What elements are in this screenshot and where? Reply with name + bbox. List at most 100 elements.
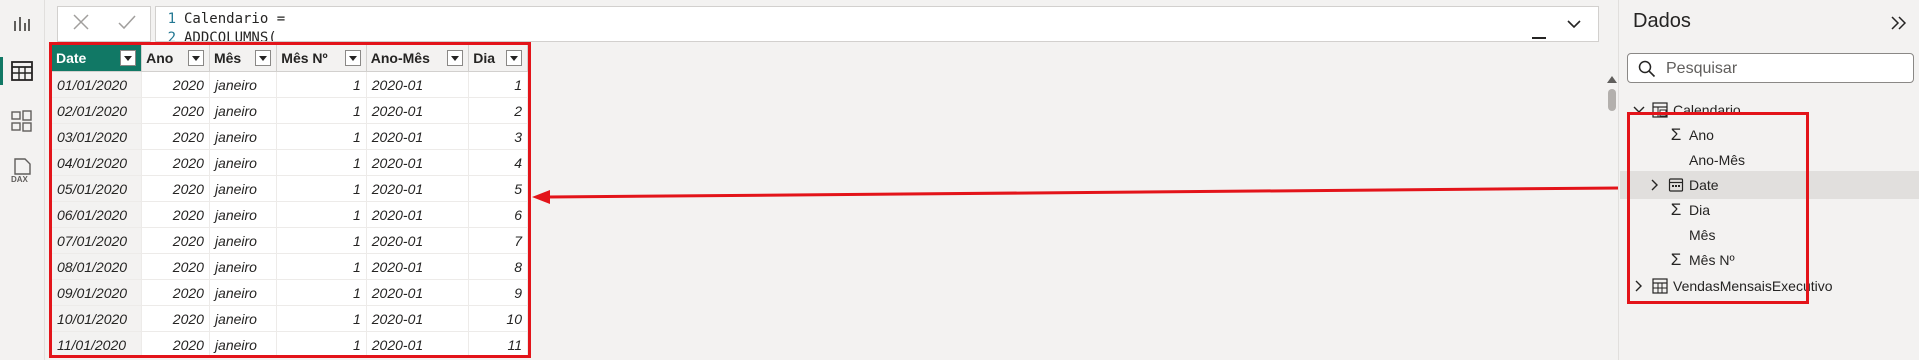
table-cell[interactable]: 2020-01 — [366, 201, 470, 228]
table-cell[interactable]: 1 — [276, 175, 367, 202]
table-cell[interactable]: 9 — [468, 279, 528, 306]
table-cell[interactable]: janeiro — [209, 227, 278, 254]
table-cell[interactable]: 2020-01 — [366, 149, 470, 176]
column-header-5[interactable]: Dia — [468, 45, 528, 72]
table-cell[interactable]: 03/01/2020 — [52, 123, 143, 150]
table-cell[interactable]: 08/01/2020 — [52, 253, 143, 280]
filter-dropdown-icon[interactable] — [120, 50, 137, 66]
filter-dropdown-icon[interactable] — [447, 50, 464, 66]
scroll-thumb[interactable] — [1608, 89, 1616, 111]
table-cell[interactable]: 2020 — [141, 149, 210, 176]
column-header-0[interactable]: Date — [52, 45, 143, 72]
table-cell[interactable]: 2020 — [141, 97, 210, 124]
table-cell[interactable]: 2020 — [141, 331, 210, 355]
table-cell[interactable]: 1 — [276, 71, 367, 98]
table-cell[interactable]: janeiro — [209, 279, 278, 306]
tree-item-ano[interactable]: Σ Ano — [1620, 121, 1919, 149]
tree-item-calendario[interactable]: Calendario — [1620, 96, 1919, 124]
chevron-right-icon[interactable] — [1632, 279, 1646, 293]
table-cell[interactable]: 1 — [276, 201, 367, 228]
table-cell[interactable]: 1 — [276, 305, 367, 332]
table-cell[interactable]: 2020-01 — [366, 227, 470, 254]
table-cell[interactable]: 06/01/2020 — [52, 201, 143, 228]
filter-dropdown-icon[interactable] — [344, 50, 361, 66]
table-cell[interactable]: 2020-01 — [366, 123, 470, 150]
filter-dropdown-icon[interactable] — [506, 50, 522, 66]
table-cell[interactable]: 1 — [276, 253, 367, 280]
table-cell[interactable]: 5 — [468, 175, 528, 202]
tree-item-m-s-n[interactable]: Σ Mês Nº — [1620, 246, 1919, 274]
table-cell[interactable]: 07/01/2020 — [52, 227, 143, 254]
table-cell[interactable]: 2020 — [141, 71, 210, 98]
table-cell[interactable]: 2020 — [141, 305, 210, 332]
table-cell[interactable]: 8 — [468, 253, 528, 280]
table-cell[interactable]: janeiro — [209, 305, 278, 332]
table-cell[interactable]: 6 — [468, 201, 528, 228]
table-cell[interactable]: janeiro — [209, 253, 278, 280]
table-cell[interactable]: 1 — [276, 279, 367, 306]
column-header-1[interactable]: Ano — [141, 45, 210, 72]
table-cell[interactable]: 1 — [276, 227, 367, 254]
table-cell[interactable]: 2020-01 — [366, 279, 470, 306]
cancel-formula-icon[interactable] — [72, 13, 90, 36]
table-cell[interactable]: 2020-01 — [366, 97, 470, 124]
table-cell[interactable]: 04/01/2020 — [52, 149, 143, 176]
tree-item-ano-m-s[interactable]: Ano-Mês — [1620, 146, 1919, 174]
table-cell[interactable]: 2020 — [141, 279, 210, 306]
formula-editor[interactable]: 1 Calendario = 2 ADDCOLUMNS( — [155, 6, 1599, 42]
dax-query-view-icon[interactable]: DAX — [0, 153, 44, 189]
tree-item-date[interactable]: Date — [1620, 171, 1919, 199]
filter-dropdown-icon[interactable] — [187, 50, 204, 66]
table-cell[interactable]: 2020 — [141, 253, 210, 280]
table-cell[interactable]: 1 — [276, 123, 367, 150]
scroll-up-icon[interactable] — [1607, 76, 1617, 83]
tree-item-dia[interactable]: Σ Dia — [1620, 196, 1919, 224]
chevron-right-icon[interactable] — [1648, 178, 1662, 192]
table-cell[interactable]: 3 — [468, 123, 528, 150]
commit-formula-icon[interactable] — [117, 13, 137, 36]
table-cell[interactable]: 2020-01 — [366, 253, 470, 280]
table-cell[interactable]: 11/01/2020 — [52, 331, 143, 355]
filter-dropdown-icon[interactable] — [255, 50, 272, 66]
table-cell[interactable]: 02/01/2020 — [52, 97, 143, 124]
table-cell[interactable]: janeiro — [209, 97, 278, 124]
table-cell[interactable]: 1 — [276, 149, 367, 176]
column-header-2[interactable]: Mês — [209, 45, 278, 72]
table-cell[interactable]: janeiro — [209, 71, 278, 98]
table-cell[interactable]: 7 — [468, 227, 528, 254]
table-cell[interactable]: 2020 — [141, 227, 210, 254]
table-cell[interactable]: 2 — [468, 97, 528, 124]
table-cell[interactable]: 2020-01 — [366, 305, 470, 332]
table-cell[interactable]: janeiro — [209, 123, 278, 150]
column-header-3[interactable]: Mês Nº — [276, 45, 367, 72]
table-cell[interactable]: 1 — [276, 97, 367, 124]
table-cell[interactable]: 01/01/2020 — [52, 71, 143, 98]
model-view-icon[interactable] — [0, 103, 44, 139]
table-cell[interactable]: janeiro — [209, 201, 278, 228]
table-cell[interactable]: 10/01/2020 — [52, 305, 143, 332]
chevron-down-icon[interactable] — [1632, 103, 1646, 117]
table-cell[interactable]: 2020-01 — [366, 71, 470, 98]
collapse-pane-icon[interactable] — [1888, 12, 1910, 34]
table-cell[interactable]: janeiro — [209, 331, 278, 355]
report-view-icon[interactable] — [0, 5, 44, 41]
tree-item-vendasmensaisexecutivo[interactable]: VendasMensaisExecutivo — [1620, 272, 1919, 300]
table-cell[interactable]: 10 — [468, 305, 528, 332]
table-cell[interactable]: 1 — [468, 71, 528, 98]
table-cell[interactable]: 2020-01 — [366, 175, 470, 202]
column-header-4[interactable]: Ano-Mês — [366, 45, 470, 72]
table-cell[interactable]: 1 — [276, 331, 367, 355]
table-cell[interactable]: janeiro — [209, 149, 278, 176]
table-cell[interactable]: 2020 — [141, 201, 210, 228]
tree-item-m-s[interactable]: Mês — [1620, 221, 1919, 249]
table-cell[interactable]: 2020 — [141, 123, 210, 150]
table-cell[interactable]: 4 — [468, 149, 528, 176]
expand-formula-icon[interactable] — [1550, 7, 1598, 41]
table-cell[interactable]: 11 — [468, 331, 528, 355]
table-cell[interactable]: 2020 — [141, 175, 210, 202]
table-cell[interactable]: 09/01/2020 — [52, 279, 143, 306]
search-input[interactable] — [1666, 58, 1902, 80]
table-view-icon[interactable] — [0, 53, 44, 89]
table-cell[interactable]: 2020-01 — [366, 331, 470, 355]
table-cell[interactable]: janeiro — [209, 175, 278, 202]
